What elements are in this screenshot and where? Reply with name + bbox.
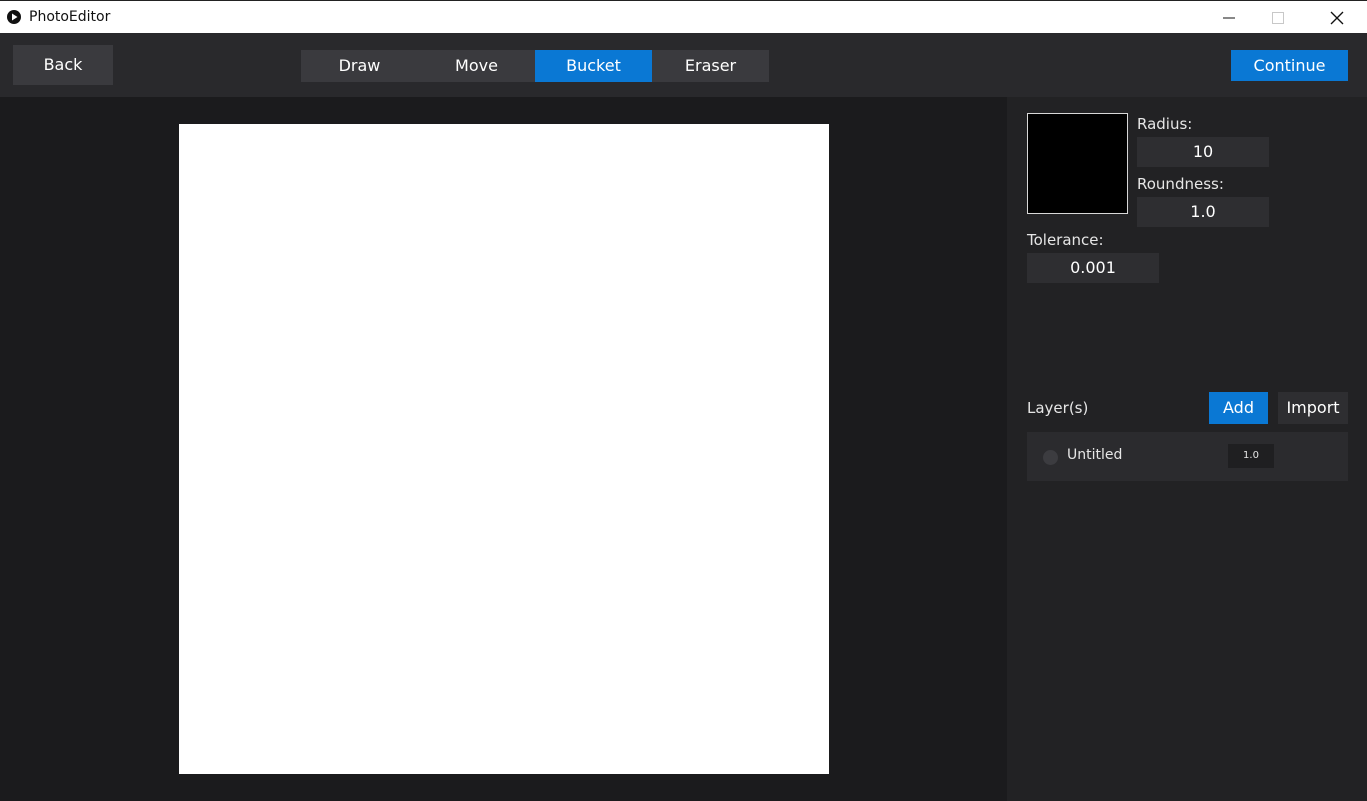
minimize-icon xyxy=(1223,17,1235,19)
tool-bucket-button[interactable]: Bucket xyxy=(535,50,652,82)
layer-item[interactable]: Untitled 1.0 xyxy=(1027,432,1348,481)
add-layer-button[interactable]: Add xyxy=(1209,392,1268,424)
import-layer-button[interactable]: Import xyxy=(1278,392,1348,424)
drawing-canvas[interactable] xyxy=(179,124,829,774)
tool-eraser-button[interactable]: Eraser xyxy=(652,50,769,82)
radius-field[interactable]: 10 xyxy=(1137,137,1269,167)
maximize-button[interactable] xyxy=(1255,1,1301,34)
properties-panel: Radius: 10 Roundness: 1.0 Tolerance: 0.0… xyxy=(1007,97,1367,801)
workspace xyxy=(0,97,1007,801)
roundness-field[interactable]: 1.0 xyxy=(1137,197,1269,227)
back-button[interactable]: Back xyxy=(13,45,113,85)
close-button[interactable] xyxy=(1314,1,1360,34)
layer-opacity-field[interactable]: 1.0 xyxy=(1228,444,1274,468)
layer-name: Untitled xyxy=(1067,447,1123,463)
radius-label: Radius: xyxy=(1137,115,1193,133)
roundness-label: Roundness: xyxy=(1137,175,1224,193)
layer-visibility-toggle[interactable] xyxy=(1043,450,1058,465)
tolerance-field[interactable]: 0.001 xyxy=(1027,253,1159,283)
window-title: PhotoEditor xyxy=(29,9,111,25)
close-icon xyxy=(1330,11,1344,25)
color-swatch[interactable] xyxy=(1027,113,1128,214)
title-bar: PhotoEditor xyxy=(0,0,1367,33)
toolbar: Back Draw Move Bucket Eraser Continue xyxy=(0,33,1367,97)
layers-header: Layer(s) xyxy=(1027,399,1089,417)
tool-draw-button[interactable]: Draw xyxy=(301,50,418,82)
continue-button[interactable]: Continue xyxy=(1231,50,1348,81)
tool-move-button[interactable]: Move xyxy=(418,50,535,82)
maximize-icon xyxy=(1272,12,1284,24)
tolerance-label: Tolerance: xyxy=(1027,231,1104,249)
minimize-button[interactable] xyxy=(1206,1,1252,34)
app-play-icon xyxy=(7,10,21,24)
